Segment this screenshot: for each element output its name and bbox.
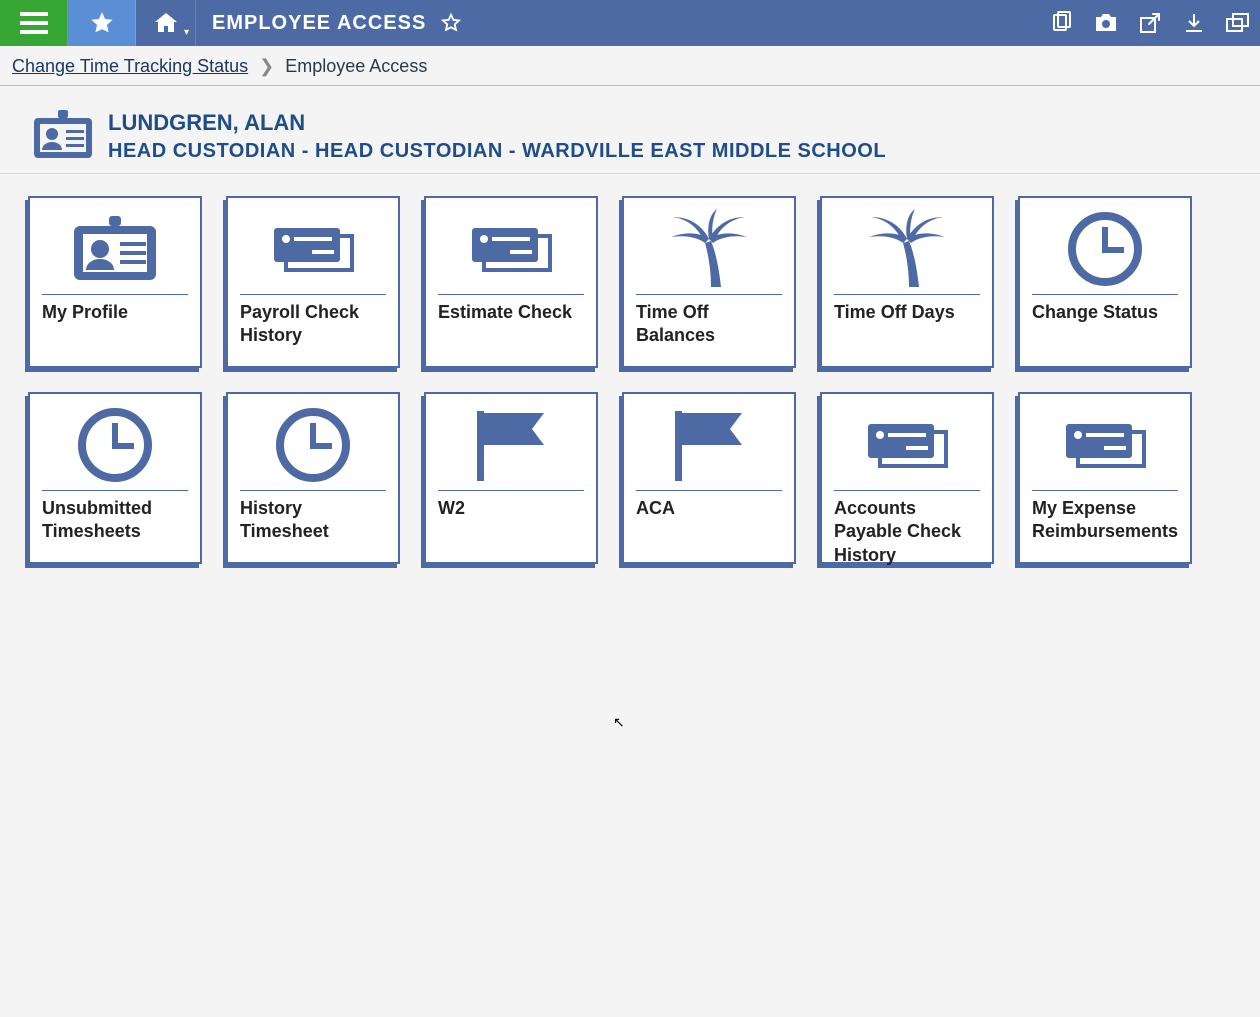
popout-button[interactable] [1128,0,1172,46]
tile-divider [636,294,782,295]
copy-button[interactable] [1040,0,1084,46]
tile-label: Payroll Check History [240,301,386,348]
tile-divider [636,490,782,491]
tile-unsubmitted-timesheets[interactable]: Unsubmitted Timesheets [28,392,202,564]
tile-divider [438,294,584,295]
tile-aca[interactable]: ACA [622,392,796,564]
tile-change-status[interactable]: Change Status [1018,196,1192,368]
favorite-toggle[interactable] [440,12,462,34]
page-title-text: EMPLOYEE ACCESS [212,12,426,35]
tile-divider [240,294,386,295]
tile-label: ACA [636,497,782,520]
tile-divider [438,490,584,491]
tile-my-profile[interactable]: My Profile [28,196,202,368]
check-icon [240,208,386,290]
tile-label: Accounts Payable Check History [834,497,980,567]
download-button[interactable] [1172,0,1216,46]
windows-icon [1226,13,1250,33]
breadcrumb-current: Employee Access [285,56,427,76]
tile-divider [1032,490,1178,491]
check-icon [834,404,980,486]
tile-label: My Profile [42,301,188,324]
tile-payroll-check-history[interactable]: Payroll Check History [226,196,400,368]
tile-label: Change Status [1032,301,1178,324]
tile-label: Unsubmitted Timesheets [42,497,188,544]
home-button[interactable]: ▾ [136,0,196,46]
topbar: ▾ EMPLOYEE ACCESS [0,0,1260,46]
download-icon [1183,12,1205,34]
tile-divider [834,490,980,491]
page-title: EMPLOYEE ACCESS [196,0,478,46]
copy-icon [1050,11,1074,35]
tile-time-off-balances[interactable]: Time Off Balances [622,196,796,368]
palm-icon [834,208,980,290]
breadcrumb: Change Time Tracking Status ❯ Employee A… [0,46,1260,86]
windows-button[interactable] [1216,0,1260,46]
clock-icon [1032,208,1178,290]
home-icon [153,11,179,35]
tile-label: History Timesheet [240,497,386,544]
favorites-button[interactable] [68,0,136,46]
hamburger-icon [20,12,48,34]
tile-accounts-payable-check-history[interactable]: Accounts Payable Check History [820,392,994,564]
user-header: LUNDGREN, ALAN HEAD CUSTODIAN - HEAD CUS… [0,86,1260,174]
tile-history-timesheet[interactable]: History Timesheet [226,392,400,564]
menu-button[interactable] [0,0,68,46]
tile-divider [834,294,980,295]
id-badge-icon [32,110,94,160]
screenshot-button[interactable] [1084,0,1128,46]
user-role: HEAD CUSTODIAN - HEAD CUSTODIAN - WARDVI… [108,140,886,163]
tile-divider [240,490,386,491]
breadcrumb-link[interactable]: Change Time Tracking Status [12,56,248,76]
tile-divider [1032,294,1178,295]
user-name: LUNDGREN, ALAN [108,110,886,136]
clock-icon [240,404,386,486]
tile-label: My Expense Reimbursements [1032,497,1178,544]
camera-icon [1093,12,1119,34]
tile-label: Time Off Days [834,301,980,324]
tile-divider [42,490,188,491]
tile-time-off-days[interactable]: Time Off Days [820,196,994,368]
palm-icon [636,208,782,290]
tile-grid: My Profile Payroll Check History Estimate … [0,182,1260,578]
clock-icon [42,404,188,486]
chevron-down-icon: ▾ [184,27,189,38]
tile-label: Estimate Check [438,301,584,324]
breadcrumb-separator-icon: ❯ [259,56,274,76]
badge-icon [42,208,188,290]
tile-my-expense-reimbursements[interactable]: My Expense Reimbursements [1018,392,1192,564]
tile-w2[interactable]: W2 [424,392,598,564]
check-icon [1032,404,1178,486]
check-icon [438,208,584,290]
popout-icon [1139,12,1161,34]
tile-label: W2 [438,497,584,520]
cursor-icon: ↖︎ [613,714,625,731]
flag-icon [438,404,584,486]
tile-label: Time Off Balances [636,301,782,348]
tile-estimate-check[interactable]: Estimate Check [424,196,598,368]
flag-icon [636,404,782,486]
tile-divider [42,294,188,295]
star-outline-icon [440,12,462,34]
star-fill-icon [89,10,115,36]
